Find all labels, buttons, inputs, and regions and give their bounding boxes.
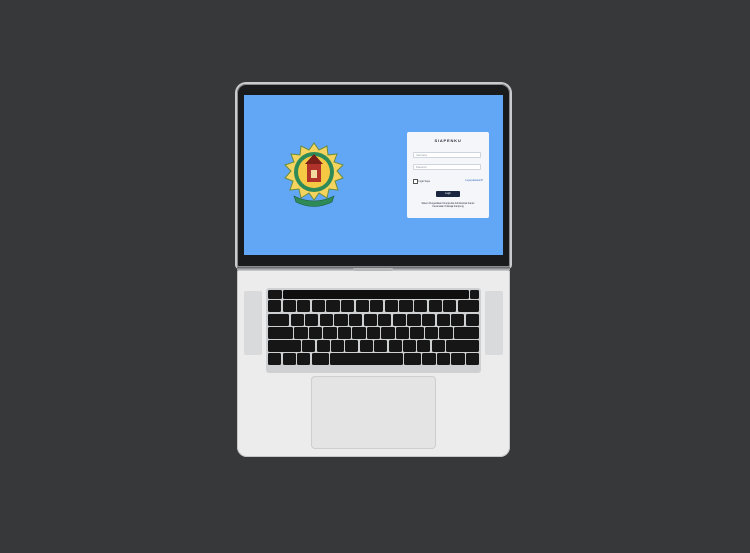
key[interactable] xyxy=(374,340,388,353)
key[interactable] xyxy=(290,313,304,326)
key-space[interactable] xyxy=(329,353,403,366)
key-shift-left[interactable] xyxy=(268,340,301,353)
app-title: SIAPENKU xyxy=(434,138,462,143)
key-option[interactable] xyxy=(297,353,311,366)
key[interactable] xyxy=(345,340,359,353)
key[interactable] xyxy=(388,340,402,353)
key-command-right[interactable] xyxy=(403,353,422,366)
key-esc[interactable] xyxy=(268,290,282,299)
key[interactable] xyxy=(305,313,319,326)
key[interactable] xyxy=(421,313,436,326)
key-shift-right[interactable] xyxy=(446,340,479,353)
forgot-password-link[interactable]: Lupa password? xyxy=(465,179,483,182)
lid-opening-notch xyxy=(353,268,393,271)
laptop-base xyxy=(237,270,510,457)
key-arrow-right[interactable] xyxy=(465,353,480,366)
remember-me[interactable]: Ingat Saya xyxy=(413,179,430,184)
key[interactable] xyxy=(436,313,450,326)
key[interactable] xyxy=(359,340,373,353)
key[interactable] xyxy=(381,326,395,339)
right-speaker xyxy=(485,291,503,355)
key[interactable] xyxy=(337,326,352,339)
key[interactable] xyxy=(431,340,445,353)
key[interactable] xyxy=(428,300,442,313)
key[interactable] xyxy=(417,340,431,353)
key-power[interactable] xyxy=(470,290,479,299)
key-return[interactable] xyxy=(453,326,479,339)
laptop-lid: SIAPENKU Username Password Ingat Saya Lu… xyxy=(237,84,510,267)
key-tab[interactable] xyxy=(268,313,290,326)
key-command-left[interactable] xyxy=(311,353,329,366)
footer-text: Sistem Pengelolaan Kinerja dan Administr… xyxy=(412,203,484,209)
username-input[interactable]: Username xyxy=(413,152,481,158)
remember-checkbox[interactable] xyxy=(413,179,418,184)
key[interactable] xyxy=(402,340,417,353)
key[interactable] xyxy=(410,326,424,339)
key[interactable] xyxy=(334,313,348,326)
login-button[interactable]: Login xyxy=(436,191,460,197)
key[interactable] xyxy=(370,300,384,313)
login-card: SIAPENKU Username Password Ingat Saya Lu… xyxy=(407,132,489,218)
key[interactable] xyxy=(319,313,334,326)
key[interactable] xyxy=(378,313,392,326)
key[interactable] xyxy=(326,300,340,313)
key[interactable] xyxy=(439,326,453,339)
key[interactable] xyxy=(311,300,326,313)
touch-bar[interactable] xyxy=(283,290,469,299)
key[interactable] xyxy=(451,313,465,326)
key[interactable] xyxy=(323,326,337,339)
key-option-right[interactable] xyxy=(422,353,436,366)
key[interactable] xyxy=(399,300,413,313)
key[interactable] xyxy=(395,326,410,339)
key-arrow-up-down[interactable] xyxy=(451,353,465,366)
key[interactable] xyxy=(355,300,369,313)
regional-emblem-icon xyxy=(284,142,344,207)
left-speaker xyxy=(244,291,262,355)
key[interactable] xyxy=(316,340,330,353)
key[interactable] xyxy=(282,300,296,313)
key[interactable] xyxy=(384,300,399,313)
key[interactable] xyxy=(352,326,366,339)
trackpad[interactable] xyxy=(311,376,436,449)
key[interactable] xyxy=(302,340,316,353)
key[interactable] xyxy=(392,313,407,326)
remember-label: Ingat Saya xyxy=(418,179,430,183)
key[interactable] xyxy=(268,300,282,313)
key-caps-lock[interactable] xyxy=(268,326,294,339)
password-input[interactable]: Password xyxy=(413,164,481,170)
footer-line-2: Kecamatan Kotaraja Kampung xyxy=(432,206,464,209)
key[interactable] xyxy=(424,326,439,339)
key[interactable] xyxy=(413,300,428,313)
key[interactable] xyxy=(297,300,311,313)
key-fn[interactable] xyxy=(268,353,282,366)
key[interactable] xyxy=(366,326,381,339)
key[interactable] xyxy=(443,300,457,313)
key[interactable] xyxy=(330,340,345,353)
laptop-screen: SIAPENKU Username Password Ingat Saya Lu… xyxy=(244,95,503,255)
laptop: SIAPENKU Username Password Ingat Saya Lu… xyxy=(237,84,510,457)
keyboard xyxy=(266,288,481,373)
key[interactable] xyxy=(340,300,355,313)
key[interactable] xyxy=(294,326,308,339)
key[interactable] xyxy=(308,326,323,339)
key-control[interactable] xyxy=(282,353,296,366)
key[interactable] xyxy=(407,313,421,326)
key-delete[interactable] xyxy=(457,300,479,313)
key[interactable] xyxy=(348,313,363,326)
key[interactable] xyxy=(465,313,479,326)
key[interactable] xyxy=(363,313,377,326)
key-arrow-left[interactable] xyxy=(436,353,451,366)
